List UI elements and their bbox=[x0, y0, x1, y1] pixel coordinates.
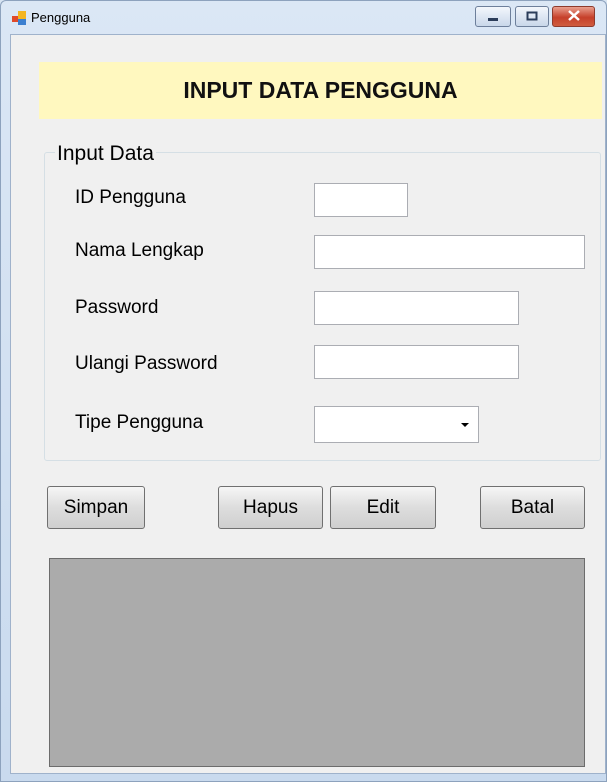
app-form-icon bbox=[12, 11, 26, 25]
tipe-pengguna-label: Tipe Pengguna bbox=[75, 412, 204, 433]
close-icon bbox=[567, 8, 580, 26]
id-pengguna-input[interactable] bbox=[314, 183, 408, 217]
nama-lengkap-label: Nama Lengkap bbox=[75, 240, 204, 261]
edit-button[interactable]: Edit bbox=[330, 486, 436, 529]
password-input[interactable] bbox=[314, 291, 519, 325]
form-client-area: INPUT DATA PENGGUNA Input Data ID Penggu… bbox=[10, 34, 606, 774]
group-title: Input Data bbox=[55, 142, 156, 166]
title-bar[interactable]: Pengguna bbox=[1, 1, 606, 35]
hapus-button[interactable]: Hapus bbox=[218, 486, 323, 529]
ulangi-password-label: Ulangi Password bbox=[75, 353, 218, 374]
id-pengguna-label: ID Pengguna bbox=[75, 187, 186, 208]
nama-lengkap-input[interactable] bbox=[314, 235, 585, 269]
maximize-icon bbox=[526, 8, 538, 26]
tipe-pengguna-dropdown[interactable] bbox=[314, 406, 479, 443]
ulangi-password-input[interactable] bbox=[314, 345, 519, 379]
pengguna-window: Pengguna INPUT DATA PENGGUNA Input Data … bbox=[0, 0, 607, 782]
password-label: Password bbox=[75, 297, 159, 318]
batal-button[interactable]: Batal bbox=[480, 486, 585, 529]
minimize-button[interactable] bbox=[475, 6, 511, 27]
close-button[interactable] bbox=[552, 6, 595, 27]
window-title: Pengguna bbox=[31, 10, 91, 25]
maximize-button[interactable] bbox=[515, 6, 549, 27]
simpan-button[interactable]: Simpan bbox=[47, 486, 145, 529]
dropdown-arrow-icon[interactable] bbox=[461, 423, 469, 427]
minimize-icon bbox=[487, 8, 499, 26]
page-title: INPUT DATA PENGGUNA bbox=[39, 62, 602, 119]
data-grid[interactable] bbox=[49, 558, 585, 767]
